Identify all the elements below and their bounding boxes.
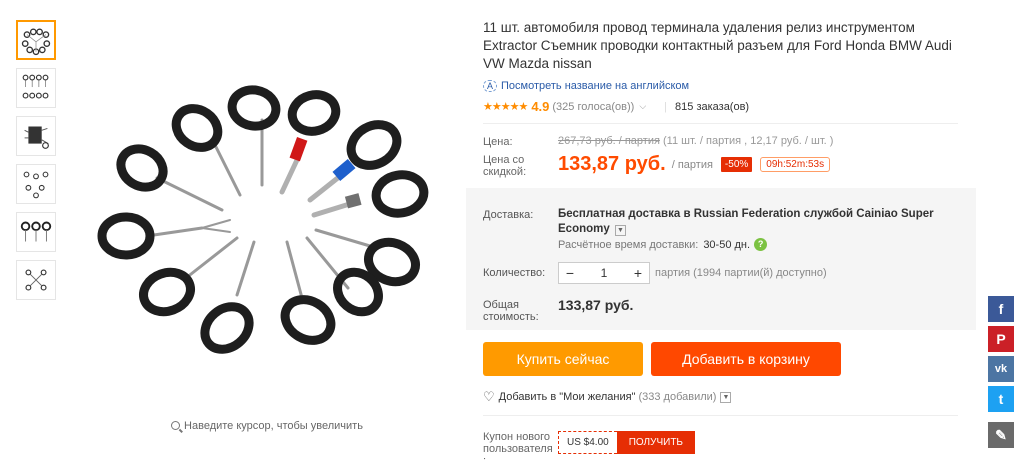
rating-score: 4.9 (531, 99, 550, 114)
price-unit: / партия (671, 158, 713, 171)
discount-price-label-line-1: Цена со (483, 154, 525, 166)
shipping-text: Бесплатная доставка в (558, 208, 691, 220)
discount-price-label: Цена со скидкой: (483, 154, 526, 178)
divider: | (664, 100, 668, 113)
total-label-line-2: стоимость: (483, 311, 539, 323)
get-coupon-button[interactable]: ПОЛУЧИТЬ (616, 431, 695, 454)
wire-terminal-tools-image (97, 85, 429, 354)
chevron-down-icon[interactable]: ⌵ (639, 101, 646, 112)
divider (483, 123, 958, 124)
quantity-input[interactable]: 1 (581, 266, 627, 280)
add-to-cart-button[interactable]: Добавить в корзину (651, 342, 841, 376)
discount-badge: -50% (720, 157, 753, 172)
total-label-line-1: Общая (483, 299, 519, 311)
thumbnail-2[interactable] (16, 68, 56, 108)
quantity-minus-button[interactable]: − (559, 265, 581, 281)
divider (483, 415, 958, 416)
coupon-box: US $4.00 ПОЛУЧИТЬ (558, 431, 695, 454)
delivery-time: Расчётное время доставки: 30-50 дн. ? (558, 238, 768, 251)
translate-icon: A (483, 80, 497, 92)
total-price: 133,87 руб. (558, 297, 634, 313)
quantity-plus-button[interactable]: + (627, 265, 649, 281)
coupon-label: Купон нового пользователя : (483, 431, 553, 462)
old-price-value: 267,73 руб. / партия (558, 135, 660, 147)
rating-row: ★★★★★ 4.9 (325 голоса(ов)) ⌵ | 815 заказ… (483, 99, 749, 114)
main-product-image[interactable] (72, 10, 462, 410)
old-price: 267,73 руб. / партия (11 шт. / партия , … (558, 135, 833, 147)
new-price-value: 133,87 руб. (558, 153, 666, 175)
shipping-info: Бесплатная доставка в Russian Federation… (558, 207, 948, 237)
chevron-down-icon[interactable]: ▼ (614, 225, 626, 236)
facebook-icon[interactable]: f (988, 296, 1014, 322)
zoom-hint-text: Наведите курсор, чтобы увеличить (184, 420, 363, 432)
quantity-availability: партия (1994 партии(й) доступно) (655, 267, 827, 279)
shipping-label: Доставка: (483, 209, 534, 221)
discount-price-label-line-2: скидкой: (483, 166, 527, 178)
social-share-bar: f P vk t ✎ (988, 296, 1014, 452)
total-label: Общая стоимость: (483, 299, 539, 323)
old-price-details: (11 шт. / партия , 12,17 руб. / шт. ) (663, 135, 834, 147)
tools-thumbnail-image (24, 126, 49, 149)
tools-thumbnail-image (22, 74, 49, 99)
tools-thumbnail-image (23, 171, 49, 199)
rating-votes[interactable]: (325 голоса(ов)) (552, 101, 634, 113)
magnifier-icon (171, 421, 181, 430)
coupon-value: US $4.00 (558, 431, 617, 454)
tools-thumbnail-image (20, 221, 52, 242)
buy-now-button[interactable]: Купить сейчас (483, 342, 643, 376)
thumbnail-list (16, 20, 56, 308)
heart-icon: ♡ (483, 389, 495, 404)
coupon-label-line-3: : (483, 455, 487, 462)
countdown-timer: 09h:52m:53s (760, 157, 831, 172)
coupon-label-line-2: пользователя (483, 443, 553, 455)
product-title: 11 шт. автомобиля провод терминала удале… (483, 20, 952, 71)
help-icon[interactable]: ? (754, 238, 768, 251)
orders-count: 815 заказа(ов) (675, 100, 750, 113)
star-rating-icon: ★★★★★ (483, 101, 528, 113)
tools-thumbnail-image (25, 269, 47, 291)
chevron-down-icon[interactable]: ▼ (720, 391, 732, 403)
thumbnail-1[interactable] (16, 20, 56, 60)
quantity-label: Количество: (483, 267, 546, 279)
quantity-stepper: − 1 + (558, 262, 650, 284)
new-price: 133,87 руб. / партия -50% 09h:52m:53s (558, 153, 831, 176)
delivery-time-label: Расчётное время доставки: (558, 238, 699, 251)
thumbnail-3[interactable] (16, 116, 56, 156)
translate-title-link[interactable]: A Посмотреть название на английском (483, 80, 689, 92)
twitter-icon[interactable]: t (988, 386, 1014, 412)
wishlist-text: Добавить в "Мои желания" (498, 391, 636, 403)
thumbnail-6[interactable] (16, 260, 56, 300)
zoom-hint: Наведите курсор, чтобы увеличить (72, 420, 462, 432)
tools-thumbnail-image (21, 28, 51, 56)
pinterest-icon[interactable]: P (988, 326, 1014, 352)
shipping-country[interactable]: Russian Federation (694, 208, 801, 220)
edit-icon[interactable]: ✎ (988, 422, 1014, 448)
vk-icon[interactable]: vk (988, 356, 1014, 382)
translate-link-text: Посмотреть название на английском (501, 80, 690, 92)
add-to-wishlist-link[interactable]: ♡ Добавить в "Мои желания" (333 добавили… (483, 389, 732, 405)
wishlist-count: (333 добавили) (638, 391, 717, 403)
delivery-time-value: 30-50 дн. (703, 238, 751, 251)
thumbnail-5[interactable] (16, 212, 56, 252)
thumbnail-4[interactable] (16, 164, 56, 204)
coupon-label-line-1: Купон нового (483, 431, 551, 443)
product-info-panel: 11 шт. автомобиля провод терминала удале… (466, 10, 976, 462)
price-label: Цена: (483, 136, 513, 148)
